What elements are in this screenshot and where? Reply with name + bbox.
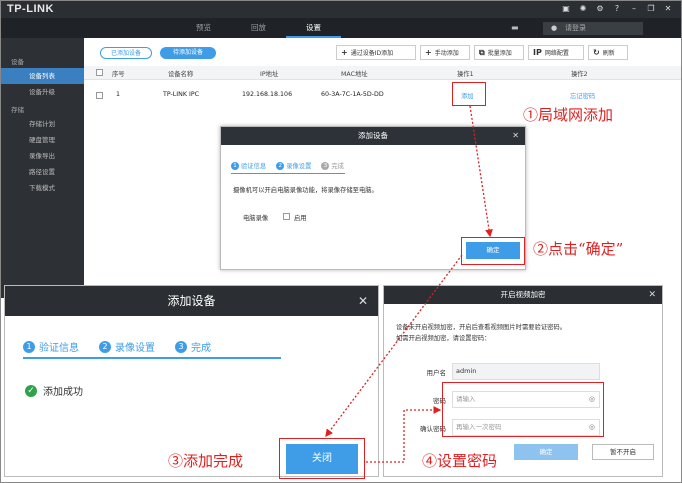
arrow-to-ok [469, 105, 493, 238]
arrow-to-password [366, 406, 442, 463]
arrow-to-close [325, 254, 463, 438]
annotation-arrows [325, 105, 493, 463]
